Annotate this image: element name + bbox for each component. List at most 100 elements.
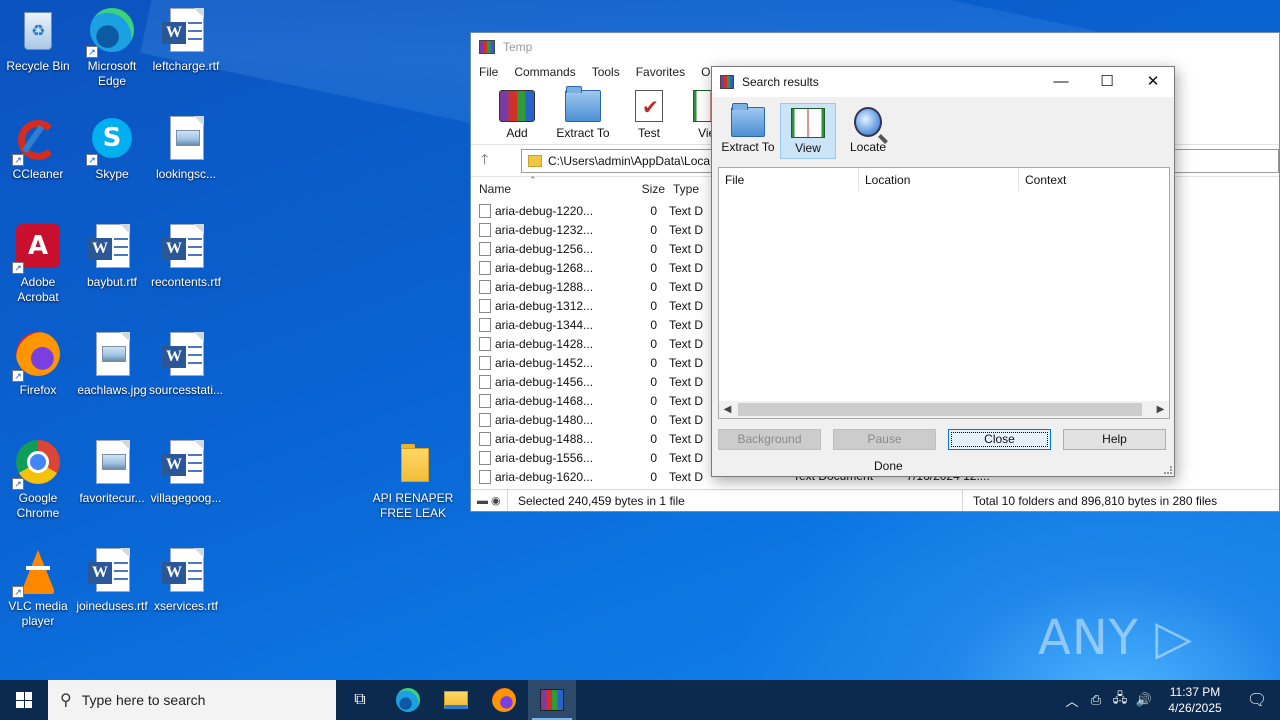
search-placeholder: Type here to search: [81, 692, 206, 708]
desktop-icon-villagegoog[interactable]: W villagegoog...: [148, 440, 224, 506]
close-icon[interactable]: ✕: [1130, 67, 1176, 97]
network-device-icon[interactable]: ⎙: [1084, 692, 1108, 708]
desktop-icon-api-renaper[interactable]: API RENAPER FREE LEAK: [370, 440, 456, 521]
desktop-icon-xservices[interactable]: W xservices.rtf: [148, 548, 224, 614]
column-location[interactable]: Location: [859, 168, 1019, 191]
file-size: 0: [650, 412, 657, 427]
maximize-icon[interactable]: ☐: [1084, 67, 1130, 97]
dialog-buttons: Background Pause Close Help: [718, 429, 1166, 450]
desktop-icon-label: xservices.rtf: [153, 599, 218, 613]
desktop-icon-eachlaws[interactable]: eachlaws.jpg: [74, 332, 150, 398]
desktop-icon-baybut[interactable]: W baybut.rtf: [74, 224, 150, 290]
column-size[interactable]: Size: [593, 182, 671, 196]
file-row[interactable]: aria-debug-1480... 0 Text D: [471, 410, 711, 429]
desktop-icon-adobe-acrobat[interactable]: A ↗ Adobe Acrobat: [0, 224, 76, 305]
results-list[interactable]: File Location Context ◀ ▶: [718, 167, 1170, 419]
desktop-icon-microsoft-edge[interactable]: ↗ Microsoft Edge: [74, 8, 150, 89]
test-clipboard-icon: [635, 90, 663, 122]
file-type: Text D: [669, 203, 704, 218]
firefox-icon: ↗: [12, 332, 62, 382]
desktop-icon-joineduses[interactable]: W joineduses.rtf: [74, 548, 150, 614]
file-row[interactable]: aria-debug-1220... 0 Text D: [471, 201, 711, 220]
minimize-icon[interactable]: —: [1038, 67, 1084, 97]
title-bar[interactable]: Temp: [471, 33, 1279, 61]
file-row[interactable]: aria-debug-1256... 0 Text D: [471, 239, 711, 258]
desktop-icon-ccleaner[interactable]: ↗ CCleaner: [0, 116, 76, 182]
taskbar-file-explorer[interactable]: [432, 680, 480, 720]
menu-favorites[interactable]: Favorites: [636, 65, 685, 79]
column-context[interactable]: Context: [1019, 168, 1169, 191]
desktop-icon-lookingsc[interactable]: lookingsc...: [148, 116, 224, 182]
pause-button[interactable]: Pause: [833, 429, 936, 450]
desktop-icon-google-chrome[interactable]: ↗ Google Chrome: [0, 440, 76, 521]
extract-to-button[interactable]: Extract To: [551, 86, 615, 140]
window-title: Temp: [503, 40, 533, 54]
file-row[interactable]: aria-debug-1428... 0 Text D: [471, 334, 711, 353]
scroll-left-icon[interactable]: ◀: [719, 404, 736, 415]
dialog-title-bar[interactable]: Search results — ☐ ✕: [712, 67, 1174, 97]
dialog-extract-to-button[interactable]: Extract To: [720, 103, 776, 159]
desktop-icon-vlc[interactable]: ↗ VLC media player: [0, 548, 76, 629]
magnifier-icon: [854, 107, 882, 137]
file-row[interactable]: aria-debug-1488... 0 Text D: [471, 429, 711, 448]
file-row[interactable]: aria-debug-1288... 0 Text D: [471, 277, 711, 296]
column-file[interactable]: File: [719, 168, 859, 191]
vlc-icon: ↗: [12, 548, 62, 598]
dialog-locate-button[interactable]: Locate: [840, 103, 896, 159]
taskbar-winrar[interactable]: [528, 680, 576, 720]
file-row[interactable]: aria-debug-1268... 0 Text D: [471, 258, 711, 277]
desktop-icon-firefox[interactable]: ↗ Firefox: [0, 332, 76, 398]
word-document-icon: W: [162, 8, 210, 56]
text-file-icon: [479, 279, 491, 294]
text-file-icon: [479, 450, 491, 465]
view-label: View: [795, 141, 821, 155]
desktop-icon-skype[interactable]: S ↗ Skype: [74, 116, 150, 182]
file-name: aria-debug-1456...: [495, 374, 594, 389]
chevron-up-icon[interactable]: ︿: [1060, 691, 1084, 710]
file-type: Text D: [669, 469, 704, 484]
menu-file[interactable]: File: [479, 65, 498, 79]
horizontal-scrollbar[interactable]: ◀ ▶: [719, 401, 1169, 418]
file-row[interactable]: aria-debug-1344... 0 Text D: [471, 315, 711, 334]
menu-tools[interactable]: Tools: [592, 65, 620, 79]
word-document-icon: W: [162, 332, 210, 380]
up-arrow-icon[interactable]: 🡑: [481, 149, 501, 173]
file-size: 0: [650, 450, 657, 465]
scroll-right-icon[interactable]: ▶: [1152, 404, 1169, 415]
resize-grip-icon[interactable]: [1164, 466, 1172, 474]
file-row[interactable]: aria-debug-1452... 0 Text D: [471, 353, 711, 372]
volume-icon[interactable]: 🔊: [1132, 692, 1156, 708]
file-row[interactable]: aria-debug-1556... 0 Text D: [471, 448, 711, 467]
file-row[interactable]: aria-debug-1456... 0 Text D: [471, 372, 711, 391]
help-button[interactable]: Help: [1063, 429, 1166, 450]
notifications-icon[interactable]: 🗨: [1234, 690, 1280, 710]
column-type[interactable]: Type: [671, 182, 699, 196]
file-row[interactable]: aria-debug-1232... 0 Text D: [471, 220, 711, 239]
close-button[interactable]: Close: [948, 429, 1051, 450]
scroll-thumb[interactable]: [738, 403, 1142, 416]
add-button[interactable]: Add: [489, 90, 545, 140]
dialog-view-button[interactable]: View: [780, 103, 836, 159]
taskbar-edge[interactable]: [384, 680, 432, 720]
background-button[interactable]: Background: [718, 429, 821, 450]
desktop-icon-recycle-bin[interactable]: ♻ Recycle Bin: [0, 8, 76, 74]
clock[interactable]: 11:37 PM 4/26/2025: [1156, 684, 1234, 716]
taskbar-firefox[interactable]: [480, 680, 528, 720]
desktop-icon-recontents[interactable]: W recontents.rtf: [148, 224, 224, 290]
taskbar-search[interactable]: ⚲ Type here to search: [48, 680, 336, 720]
file-row[interactable]: aria-debug-1620... 0 Text D: [471, 467, 711, 486]
desktop-icon-leftcharge[interactable]: W leftcharge.rtf: [148, 8, 224, 74]
desktop-icon-sourcesstati[interactable]: W sourcesstati...: [148, 332, 224, 398]
file-row[interactable]: aria-debug-1468... 0 Text D: [471, 391, 711, 410]
desktop-icon-label: recontents.rtf: [150, 275, 222, 289]
network-icon[interactable]: 🖧: [1108, 689, 1132, 711]
file-name: aria-debug-1452...: [495, 355, 594, 370]
start-button[interactable]: [0, 680, 48, 720]
desktop-icon-favoritecur[interactable]: favoritecur...: [74, 440, 150, 506]
text-file-icon: [479, 374, 491, 389]
task-view-button[interactable]: ⧉: [336, 680, 384, 720]
windows-logo-icon: [16, 692, 32, 708]
file-row[interactable]: aria-debug-1312... 0 Text D: [471, 296, 711, 315]
menu-commands[interactable]: Commands: [514, 65, 575, 79]
test-button[interactable]: Test: [621, 90, 677, 140]
